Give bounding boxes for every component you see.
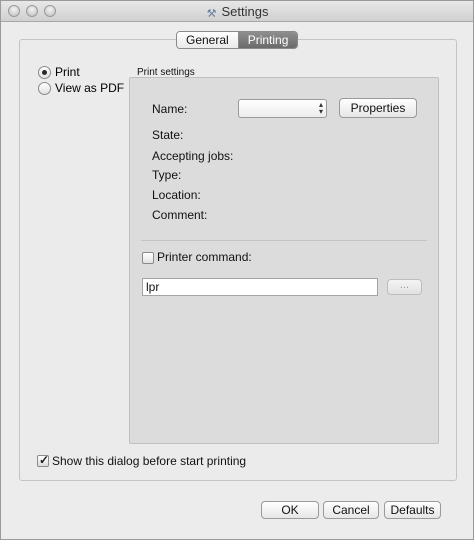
tab-printing[interactable]: Printing (238, 32, 298, 48)
printer-command-label: Printer command: (157, 250, 252, 264)
tab-general[interactable]: General (177, 32, 239, 48)
comment-label: Comment: (152, 208, 208, 222)
state-label: State: (152, 128, 184, 142)
defaults-button[interactable]: Defaults (384, 501, 441, 519)
checkmark-icon: ✓ (39, 453, 50, 467)
radio-print-row[interactable]: Print (38, 65, 80, 79)
browse-button[interactable]: ... (387, 279, 422, 295)
wrench-screwdriver-icon: ⚒ (206, 8, 217, 20)
up-down-arrows-icon: ▴ ▾ (318, 100, 323, 116)
tab-bar: General Printing (176, 31, 299, 49)
show-dialog-checkbox[interactable]: ✓ (37, 453, 50, 467)
location-label: Location: (152, 188, 201, 202)
window-title-area: ⚒ Settings (1, 4, 473, 20)
printer-command-input[interactable] (142, 278, 378, 296)
printer-name-select[interactable]: ▴ ▾ (238, 99, 327, 118)
window-title: Settings (221, 4, 269, 19)
ok-button[interactable]: OK (261, 501, 319, 519)
name-label: Name: (152, 102, 188, 116)
printer-command-checkbox[interactable] (142, 252, 154, 264)
group-divider (141, 240, 427, 241)
settings-window: ⚒ Settings General Printing Print View as… (0, 0, 474, 540)
radio-view-pdf[interactable] (38, 81, 51, 95)
accepting-jobs-label: Accepting jobs: (152, 149, 234, 163)
cancel-button[interactable]: Cancel (323, 501, 379, 519)
radio-print[interactable] (38, 65, 51, 79)
radio-print-label: Print (55, 65, 80, 79)
title-bar: ⚒ Settings (1, 1, 473, 22)
radio-view-pdf-row[interactable]: View as PDF (38, 81, 124, 95)
type-label: Type: (152, 168, 182, 182)
show-dialog-label: Show this dialog before start printing (52, 454, 247, 468)
print-settings-group-label: Print settings (137, 67, 195, 78)
radio-view-pdf-label: View as PDF (55, 81, 125, 95)
properties-button[interactable]: Properties (339, 98, 417, 118)
